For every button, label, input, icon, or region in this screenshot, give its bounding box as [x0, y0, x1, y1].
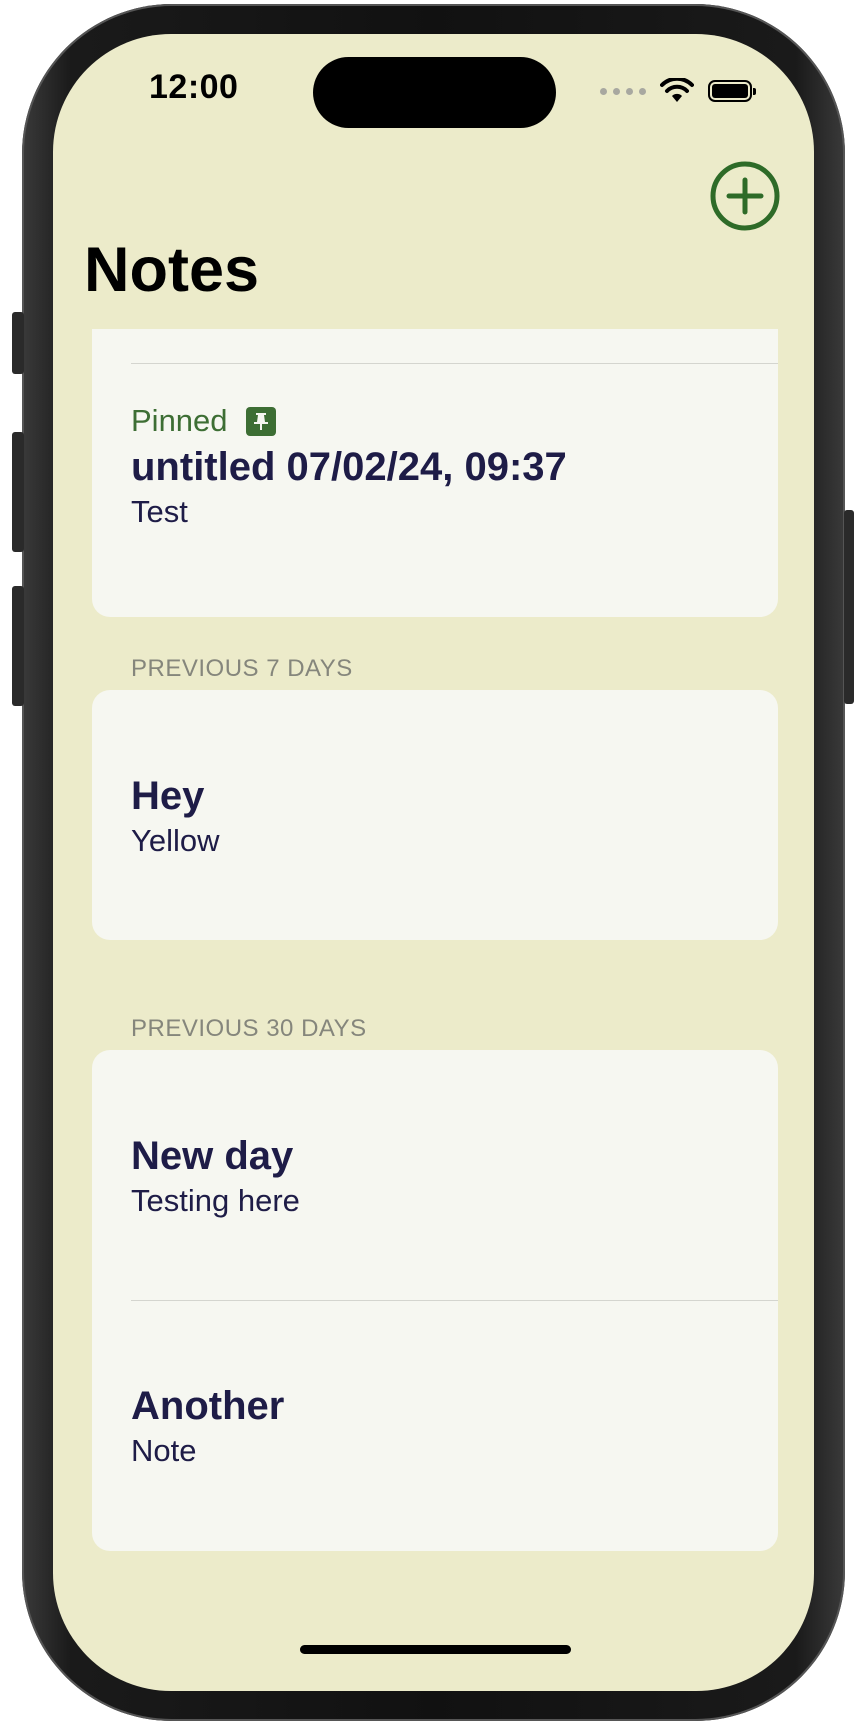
- add-note-button[interactable]: [710, 161, 780, 231]
- note-title: untitled 07/02/24, 09:37: [131, 445, 567, 489]
- pin-icon: [245, 406, 276, 436]
- wifi-icon: [660, 78, 694, 102]
- note-preview: Note: [131, 1433, 197, 1468]
- volume-up-button: [12, 432, 24, 552]
- status-time: 12:00: [149, 68, 239, 106]
- note-row[interactable]: New day Testing here: [92, 1134, 778, 1219]
- section-header-previous-30-days: PREVIOUS 30 DAYS: [131, 1015, 367, 1042]
- notes-card-previous-30-days: New day Testing here Another Note: [92, 1050, 778, 1551]
- row-divider: [131, 1300, 778, 1301]
- home-indicator[interactable]: [300, 1645, 571, 1654]
- note-title: Another: [131, 1384, 285, 1428]
- action-button: [12, 312, 24, 374]
- note-row[interactable]: Hey Yellow: [92, 774, 778, 859]
- plus-circle-icon: [710, 161, 780, 231]
- note-row[interactable]: Pinned untitled 07/02/24, 09:37 Test: [92, 403, 778, 530]
- section-header-previous-7-days: PREVIOUS 7 DAYS: [131, 655, 353, 682]
- cellular-signal-icon: [600, 87, 646, 95]
- status-indicators: [600, 78, 756, 104]
- pinned-notes-card: Pinned untitled 07/02/24, 09:37 Test: [92, 329, 778, 617]
- row-divider: [131, 363, 778, 364]
- note-preview: Testing here: [131, 1183, 300, 1218]
- volume-down-button: [12, 586, 24, 706]
- screen: 12:00 Notes Pinned untitled 07/02/24, 09…: [53, 34, 814, 1691]
- power-button: [844, 510, 854, 704]
- note-preview: Yellow: [131, 823, 220, 858]
- dynamic-island: [313, 57, 556, 128]
- notes-list[interactable]: Pinned untitled 07/02/24, 09:37 Test PRE…: [53, 329, 814, 1691]
- note-row[interactable]: Another Note: [92, 1384, 778, 1469]
- pinned-indicator: Pinned: [131, 403, 778, 439]
- note-title: New day: [131, 1134, 294, 1178]
- pinned-label: Pinned: [131, 403, 228, 438]
- battery-icon: [708, 80, 756, 102]
- notes-card-previous-7-days: Hey Yellow: [92, 690, 778, 940]
- note-title: Hey: [131, 774, 205, 818]
- page-title: Notes: [84, 235, 260, 305]
- note-preview: Test: [131, 494, 188, 529]
